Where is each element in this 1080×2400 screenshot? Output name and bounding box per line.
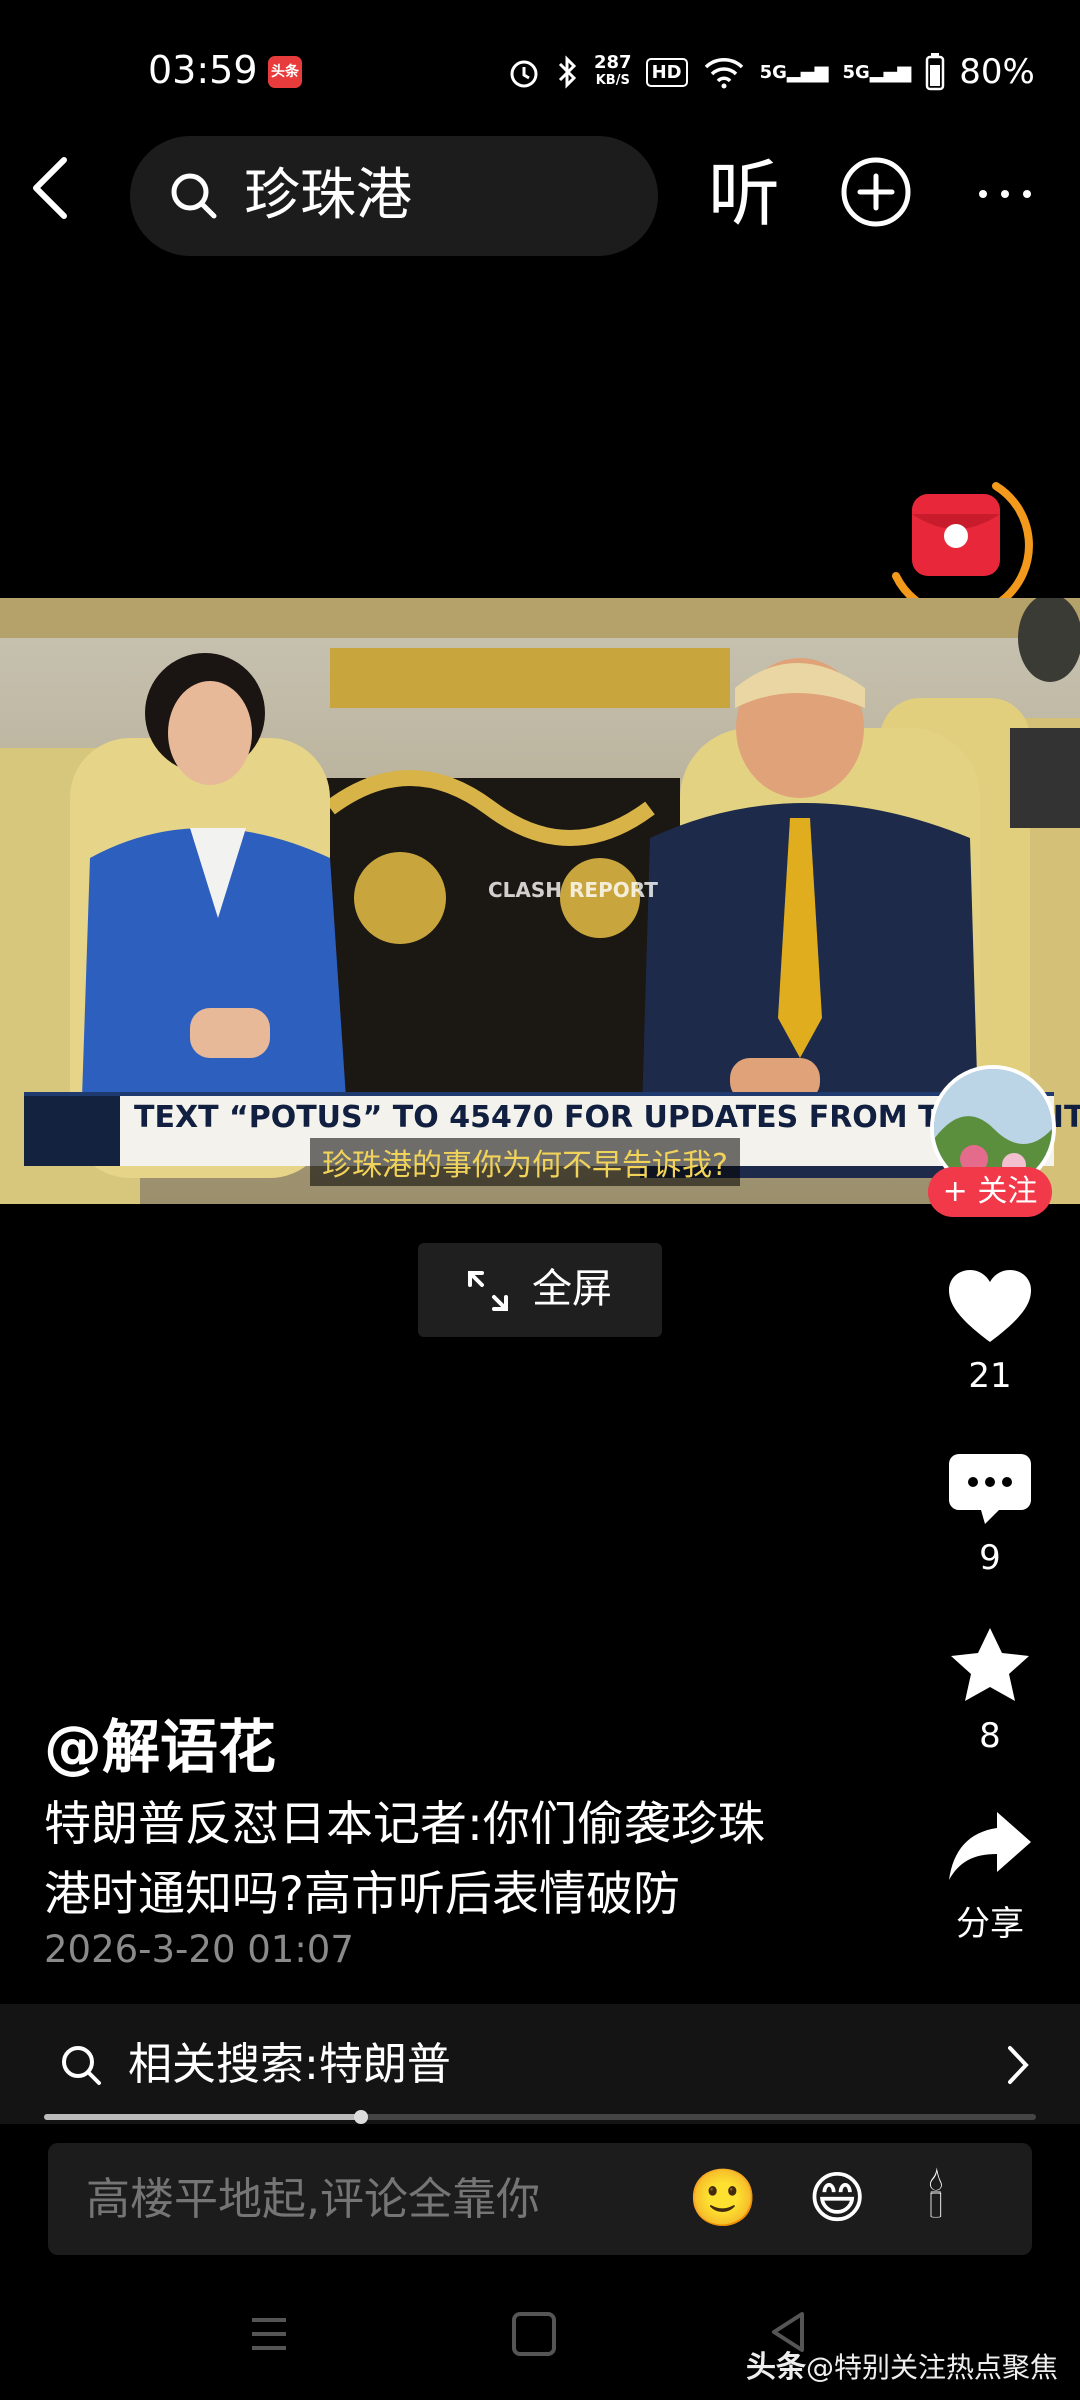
post-date: 2026-3-20 01:07 [44,1928,354,1971]
comment-bar: 🙂 😄 🕯 [48,2143,1032,2255]
heart-icon [949,1270,1031,1342]
progress-fill [44,2114,362,2120]
video-player[interactable]: CLASH REPORT TEXT “POTUS” TO 45470 FOR U… [0,598,1080,1204]
comment-input[interactable] [84,2171,648,2229]
status-bar: 03:59 头条 287 KB/S HD 5G▂▄▆ 5G▂▄▆ 80% [0,0,1080,140]
like-button[interactable]: 21 [925,1266,1055,1396]
fullscreen-label: 全屏 [532,1266,612,1312]
back-button[interactable] [20,148,90,238]
share-arrow-icon [949,1812,1031,1880]
menu-icon[interactable] [250,2314,288,2354]
plus-circle-icon [841,157,911,227]
comment-button[interactable]: 9 [925,1448,1055,1578]
red-packet-icon [892,482,1033,620]
comment-bubble-icon [949,1454,1031,1524]
comment-count: 9 [979,1538,1001,1578]
search-icon [62,2046,101,2085]
status-time: 03:59 [148,48,258,92]
signal-5g-2: 5G▂▄▆ [842,61,912,83]
description-line-2: 港时通知吗?高市听后表情破防 [44,1867,680,1922]
follow-button[interactable]: + 关注 [928,1167,1052,1217]
expand-icon [468,1271,508,1311]
related-search-label: 相关搜索:特朗普 [128,2039,451,2090]
search-query: 珍珠港 [244,163,412,228]
like-count: 21 [968,1356,1012,1396]
search-box[interactable]: 珍珠港 [130,136,658,256]
wifi-icon [704,58,743,89]
related-search-bar[interactable]: 相关搜索:特朗普 [0,2004,1080,2124]
publish-button[interactable] [840,156,912,228]
system-icons: 287 KB/S HD 5G▂▄▆ 5G▂▄▆ 80% [506,50,1035,94]
alarm-icon [510,60,538,88]
emoji-smile-button[interactable]: 🙂 [688,2167,758,2231]
description-line-1: 特朗普反怼日本记者:你们偷袭珍珠 [44,1797,765,1852]
post-description: 特朗普反怼日本记者:你们偷袭珍珠 港时通知吗?高市听后表情破防 [44,1790,844,1930]
toutiao-badge-icon: 头条 [268,56,302,88]
red-packet-button[interactable] [876,456,1036,620]
favorite-count: 8 [979,1716,1001,1756]
listen-button[interactable]: 听 [708,152,780,236]
favorite-button[interactable]: 8 [925,1626,1055,1756]
clash-report-watermark: CLASH REPORT [488,878,658,902]
video-subtitle: 珍珠港的事你为何不早告诉我? [310,1138,740,1186]
search-icon [171,173,217,219]
net-speed: 287 KB/S [594,52,632,89]
star-icon [951,1628,1029,1701]
home-button[interactable] [512,2312,556,2356]
source-watermark: 头条@特别关注热点聚焦 [746,2342,1058,2386]
author-name[interactable]: @解语花 [44,1700,276,1784]
candle-emoji-button[interactable]: 🕯 [928,2167,944,2231]
share-button[interactable]: 分享 [925,1806,1055,1945]
share-label: 分享 [956,1904,1024,1944]
signal-5g-1: 5G▂▄▆ [759,61,829,83]
hd-voice-icon: HD [645,57,688,87]
watermark-handle: @特别关注热点聚焦 [806,2351,1059,2384]
chevron-right-icon [1008,2046,1029,2084]
fullscreen-button[interactable]: 全屏 [418,1243,662,1337]
more-button[interactable] [975,164,1047,224]
video-progress-bar[interactable] [44,2110,1036,2124]
battery-icon [926,53,945,91]
bluetooth-icon [558,55,577,89]
emoji-laugh-button[interactable]: 😄 [808,2167,866,2231]
more-dots-icon [979,190,1031,198]
chevron-left-icon [33,157,67,219]
watermark-brand: 头条 [746,2350,806,2385]
battery-percent: 80% [959,52,1035,92]
white-house-logo-icon [24,1096,120,1166]
